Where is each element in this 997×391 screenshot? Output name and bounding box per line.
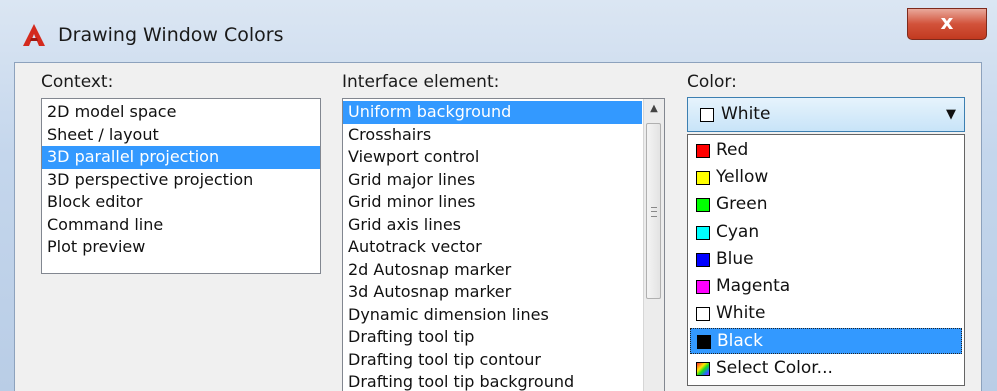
color-option-label: Blue [716, 248, 754, 269]
color-swatch [696, 252, 710, 267]
context-item-2d-model-space[interactable]: 2D model space [42, 101, 320, 124]
interface-element-list: Uniform background Crosshairs Viewport con… [343, 99, 642, 391]
title-bar[interactable]: Drawing Window Colors x [8, 4, 993, 62]
context-listbox[interactable]: 2D model space Sheet / layout 3D parallel … [41, 98, 321, 274]
color-option-label: Cyan [716, 221, 760, 242]
color-swatch [696, 280, 710, 294]
color-option-black[interactable]: Black [690, 328, 962, 355]
color-option-blue[interactable]: Blue [690, 247, 962, 273]
color-option-green[interactable]: Green [690, 192, 962, 218]
selected-color-swatch [700, 108, 714, 122]
color-option-label: Magenta [716, 276, 791, 296]
vertical-scrollbar[interactable]: ▲ [643, 99, 664, 391]
color-palette-icon [696, 361, 710, 376]
scroll-up-arrow-icon[interactable]: ▲ [644, 99, 664, 119]
window-title: Drawing Window Colors [58, 24, 284, 46]
interface-element-item-3d-autosnap-marker[interactable]: 3d Autosnap marker [343, 281, 642, 304]
context-item-block-editor[interactable]: Block editor [42, 191, 320, 214]
context-list: 2D model space Sheet / layout 3D parallel … [42, 99, 320, 259]
context-label: Context: [41, 72, 114, 92]
interface-element-item-grid-major-lines[interactable]: Grid major lines [343, 169, 642, 192]
autocad-a-icon [23, 24, 45, 46]
interface-element-listbox[interactable]: Uniform background Crosshairs Viewport con… [342, 98, 665, 391]
scrollbar-thumb[interactable] [646, 123, 661, 299]
selected-color-label: White [721, 104, 771, 124]
interface-element-item-grid-minor-lines[interactable]: Grid minor lines [343, 191, 642, 214]
color-option-cyan[interactable]: Cyan [690, 220, 962, 246]
interface-element-item-uniform-background[interactable]: Uniform background [343, 101, 642, 124]
interface-element-item-2d-autosnap-marker[interactable]: 2d Autosnap marker [343, 259, 642, 282]
grip-icon [651, 207, 657, 217]
interface-element-item-drafting-tool-tip-background[interactable]: Drafting tool tip background [343, 371, 642, 391]
color-option-label: Green [716, 194, 768, 215]
color-dropdown-list: Red Yellow Green Cyan Blue Magenta White Black S… [687, 134, 965, 386]
color-option-label: Black [717, 331, 763, 352]
color-swatch [697, 335, 711, 350]
color-swatch [696, 198, 710, 213]
color-option-label: White [716, 303, 766, 324]
color-option-red[interactable]: Red [690, 138, 962, 164]
interface-element-item-drafting-tool-tip[interactable]: Drafting tool tip [343, 326, 642, 349]
context-item-plot-preview[interactable]: Plot preview [42, 236, 320, 259]
color-combobox[interactable]: White ▼ [687, 97, 965, 132]
color-swatch [696, 144, 710, 158]
interface-element-item-viewport-control[interactable]: Viewport control [343, 146, 642, 169]
color-swatch [696, 225, 710, 240]
interface-element-label: Interface element: [342, 72, 500, 92]
color-option-label: Red [716, 140, 749, 160]
color-swatch [696, 307, 710, 322]
context-item-3d-perspective-projection[interactable]: 3D perspective projection [42, 169, 320, 192]
color-label: Color: [687, 72, 737, 92]
interface-element-item-dynamic-dimension-lines[interactable]: Dynamic dimension lines [343, 304, 642, 327]
interface-element-item-autotrack-vector[interactable]: Autotrack vector [343, 236, 642, 259]
context-item-command-line[interactable]: Command line [42, 214, 320, 237]
color-option-select-color[interactable]: Select Color... [690, 356, 962, 382]
interface-element-item-crosshairs[interactable]: Crosshairs [343, 124, 642, 147]
color-option-white[interactable]: White [690, 301, 962, 327]
color-option-magenta[interactable]: Magenta [690, 274, 962, 300]
color-option-label: Select Color... [716, 357, 833, 378]
interface-element-item-grid-axis-lines[interactable]: Grid axis lines [343, 214, 642, 237]
dropdown-arrow-icon[interactable]: ▼ [946, 107, 956, 122]
close-button[interactable]: x [907, 8, 987, 40]
context-item-sheet-layout[interactable]: Sheet / layout [42, 124, 320, 147]
context-item-3d-parallel-projection[interactable]: 3D parallel projection [42, 146, 320, 169]
color-option-yellow[interactable]: Yellow [690, 165, 962, 191]
close-icon: x [940, 10, 954, 34]
interface-element-item-drafting-tool-tip-contour[interactable]: Drafting tool tip contour [343, 349, 642, 372]
color-option-label: Yellow [716, 167, 769, 188]
color-swatch [696, 171, 710, 186]
